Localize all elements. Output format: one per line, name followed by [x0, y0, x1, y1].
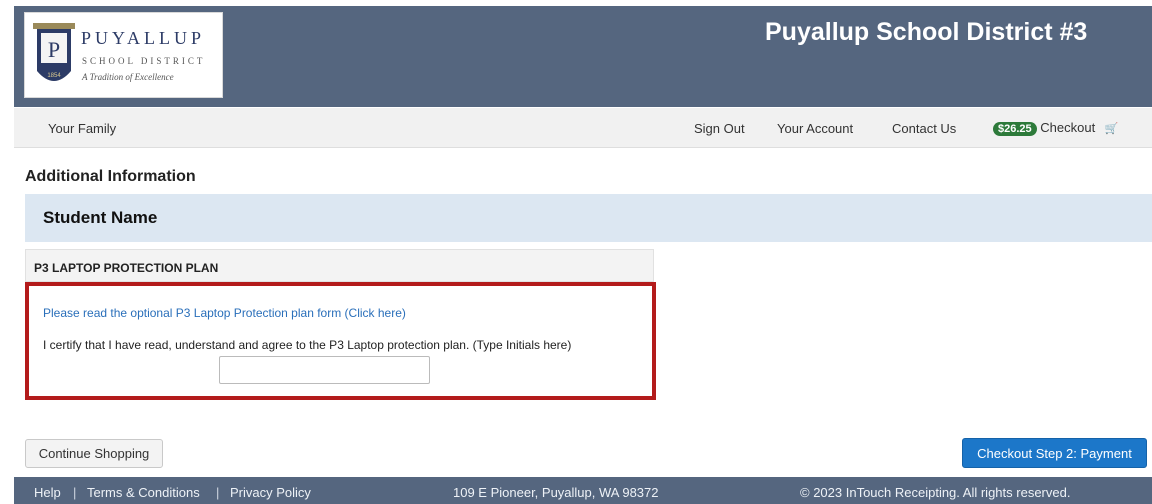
footer-separator: | — [216, 485, 220, 500]
cart-icon: 🛒 — [1104, 123, 1119, 135]
footer-copyright: © 2023 InTouch Receipting. All rights re… — [800, 485, 1071, 500]
student-name: Student Name — [43, 208, 158, 227]
page-title: Additional Information — [25, 168, 196, 185]
student-bar: Student Name — [25, 194, 1152, 242]
checkout-payment-button[interactable]: Checkout Step 2: Payment — [962, 438, 1147, 468]
nav-contact-us[interactable]: Contact Us — [892, 121, 956, 136]
logo-tagline: A Tradition of Excellence — [82, 72, 174, 82]
nav-checkout[interactable]: $26.25 Checkout 🛒 — [993, 120, 1119, 136]
panel-title: P3 LAPTOP PROTECTION PLAN — [34, 261, 219, 275]
svg-text:1854: 1854 — [47, 73, 61, 79]
footer-privacy-link[interactable]: Privacy Policy — [230, 485, 311, 500]
nav-sign-out[interactable]: Sign Out — [694, 121, 745, 136]
site-title: Puyallup School District #3 — [765, 18, 1088, 46]
footer-help-link[interactable]: Help — [34, 485, 61, 500]
checkout-label: Checkout — [1040, 120, 1096, 135]
shield-icon: P 1854 — [33, 23, 75, 81]
footer-separator: | — [73, 485, 77, 500]
nav-your-family[interactable]: Your Family — [48, 121, 116, 136]
certify-text: I certify that I have read, understand a… — [43, 338, 572, 352]
svg-text:P: P — [48, 37, 60, 62]
site-footer: Help | Terms & Conditions | Privacy Poli… — [14, 477, 1152, 504]
district-logo[interactable]: P 1854 PUYALLUP SCHOOL DISTRICT A Tradit… — [24, 12, 223, 98]
panel-header: P3 LAPTOP PROTECTION PLAN — [25, 249, 654, 282]
continue-shopping-button[interactable]: Continue Shopping — [25, 439, 163, 468]
nav-your-account[interactable]: Your Account — [777, 121, 853, 136]
cart-total-badge: $26.25 — [993, 122, 1037, 136]
logo-subtitle: SCHOOL DISTRICT — [82, 56, 206, 66]
footer-terms-link[interactable]: Terms & Conditions — [87, 485, 200, 500]
protection-plan-box: Please read the optional P3 Laptop Prote… — [25, 282, 656, 400]
site-header: P 1854 PUYALLUP SCHOOL DISTRICT A Tradit… — [14, 6, 1152, 107]
initials-input[interactable] — [219, 356, 430, 384]
top-nav: Your Family Sign Out Your Account Contac… — [14, 108, 1152, 148]
plan-form-link[interactable]: Please read the optional P3 Laptop Prote… — [43, 306, 406, 320]
logo-name: PUYALLUP — [81, 28, 206, 48]
footer-address: 109 E Pioneer, Puyallup, WA 98372 — [453, 485, 659, 500]
